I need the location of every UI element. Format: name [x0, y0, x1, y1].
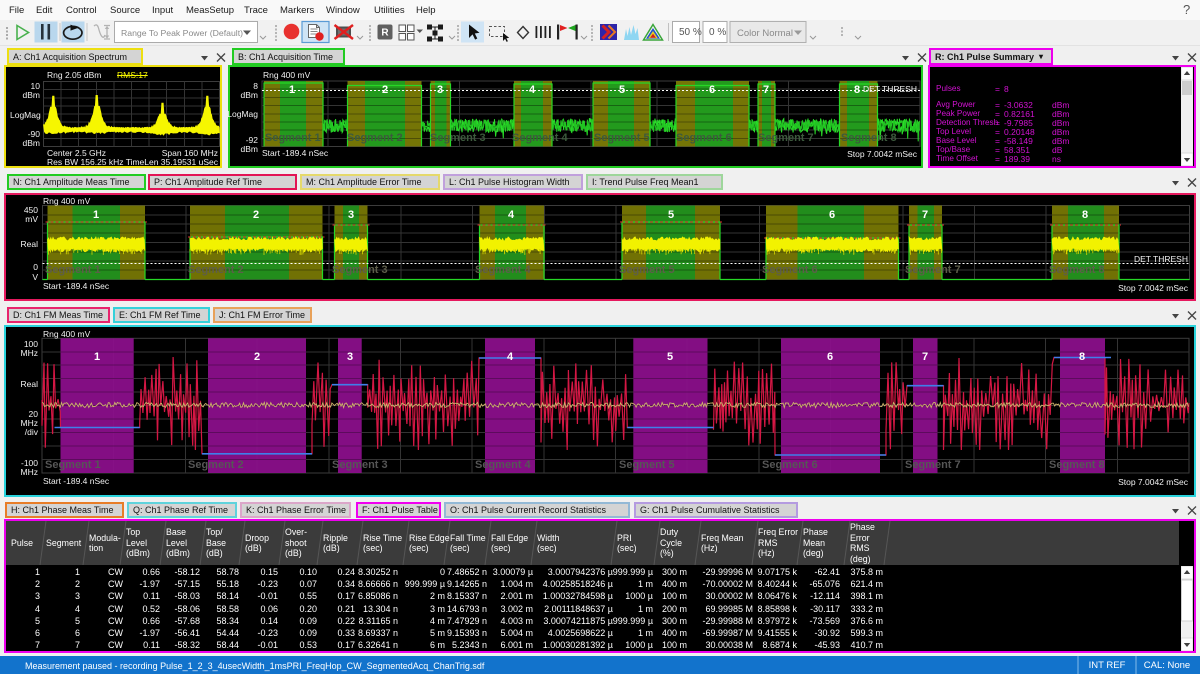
svg-text:R: R [381, 28, 389, 39]
